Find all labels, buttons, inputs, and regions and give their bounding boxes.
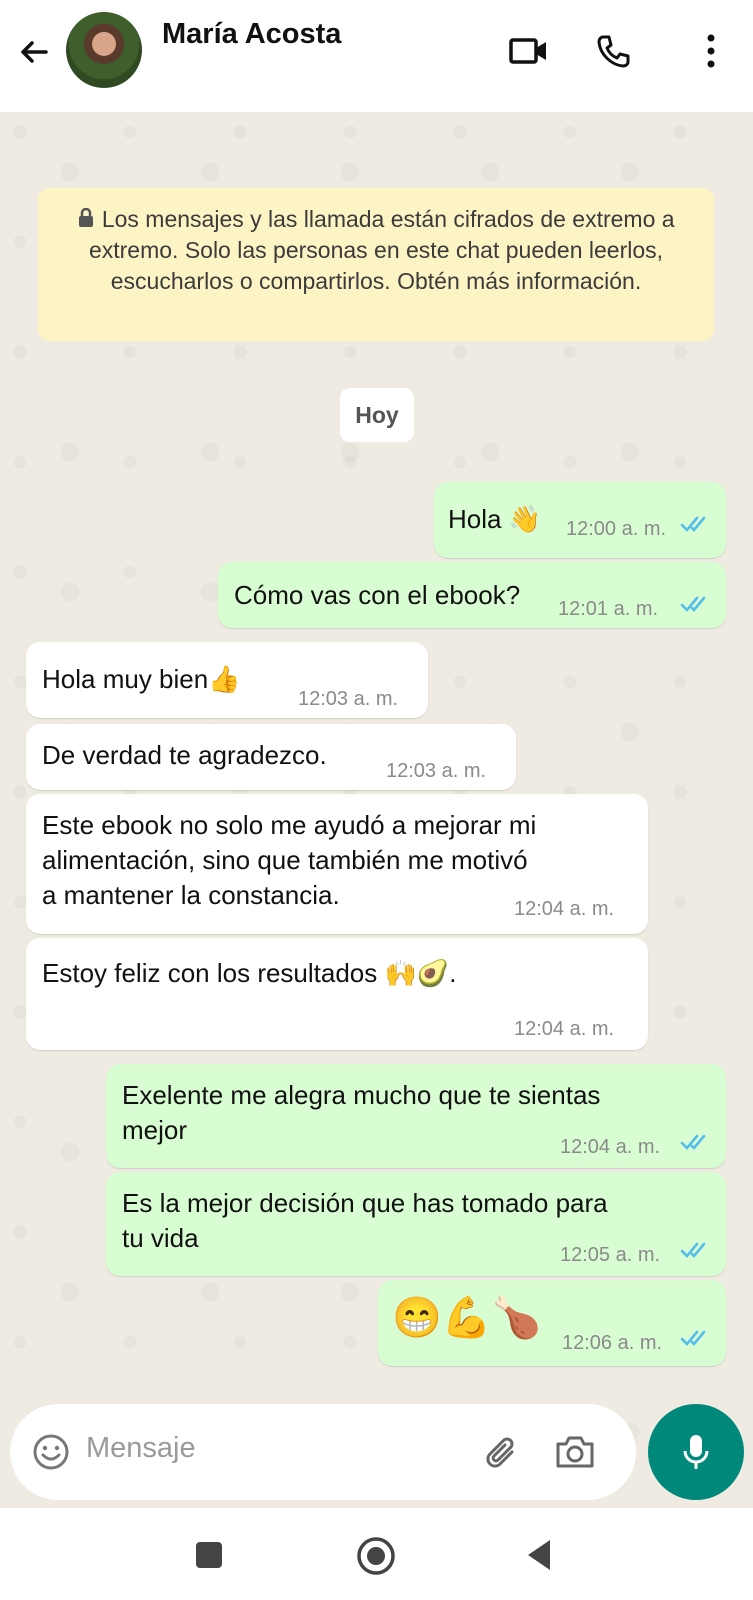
attach-icon[interactable] [482, 1432, 522, 1472]
message-time: 12:04 a. m. [560, 1136, 661, 1158]
message-bubble-incoming[interactable]: De verdad te agradezco. 12:03 a. m. [26, 724, 516, 790]
back-arrow-icon[interactable] [14, 32, 54, 72]
mic-icon [683, 1435, 709, 1469]
message-bubble-incoming[interactable]: Este ebook no solo me ayudó a mejorar mi… [26, 794, 648, 934]
message-time: 12:06 a. m. [562, 1332, 663, 1354]
contact-avatar[interactable] [66, 12, 142, 88]
encryption-notice-text: Los mensajes y las llamada están cifrado… [88, 206, 675, 294]
video-call-icon[interactable] [506, 28, 552, 74]
message-bubble-outgoing[interactable]: Exelente me alegra mucho que te sientas … [106, 1064, 726, 1168]
double-check-icon [680, 596, 706, 612]
message-time: 12:00 a. m. [566, 518, 667, 540]
message-text: Hola 👋 [448, 504, 542, 534]
nav-home-icon[interactable] [356, 1536, 396, 1576]
nav-back-icon[interactable] [524, 1538, 554, 1572]
message-text: Hola muy bien👍 [42, 664, 241, 694]
message-time: 12:01 a. m. [558, 598, 659, 620]
message-time: 12:04 a. m. [514, 1018, 615, 1040]
message-time: 12:03 a. m. [298, 688, 399, 710]
message-text: De verdad te agradezco. [42, 740, 327, 770]
message-text-line: Es la mejor decisión que has tomado para [122, 1188, 608, 1218]
message-text-line: mejor [122, 1115, 188, 1145]
message-text: Cómo vas con el ebook? [234, 580, 521, 610]
message-text-line: Este ebook no solo me ayudó a mejorar mi [42, 810, 537, 840]
phone-icon[interactable] [590, 28, 636, 74]
contact-name[interactable]: María Acosta [162, 18, 341, 51]
message-text: Estoy feliz con los resultados 🙌🥑. [42, 958, 457, 988]
message-bubble-outgoing[interactable]: Es la mejor decisión que has tomado para… [106, 1172, 726, 1276]
double-check-icon [680, 1330, 706, 1346]
message-time: 12:03 a. m. [386, 760, 487, 782]
message-time: 12:04 a. m. [514, 898, 615, 920]
message-bubble-outgoing[interactable]: 😁💪🍗 12:06 a. m. [378, 1280, 726, 1366]
nav-recents-icon[interactable] [194, 1540, 224, 1570]
double-check-icon [680, 1134, 706, 1150]
message-text-line: tu vida [122, 1223, 199, 1253]
double-check-icon [680, 516, 706, 532]
chat-header: María Acosta [0, 0, 753, 112]
message-text-line: alimentación, sino que también me motivó [42, 845, 528, 875]
message-bubble-incoming[interactable]: Hola muy bien👍 12:03 a. m. [26, 642, 428, 718]
emoji-icon[interactable] [32, 1433, 70, 1471]
message-text: 😁💪🍗 [392, 1296, 542, 1340]
more-options-icon[interactable] [688, 28, 734, 74]
chat-area[interactable]: Los mensajes y las llamada están cifrado… [0, 112, 753, 1508]
message-text-line: a mantener la constancia. [42, 880, 340, 910]
system-nav-bar [0, 1508, 753, 1600]
mic-button[interactable] [648, 1404, 744, 1500]
double-check-icon [680, 1242, 706, 1258]
camera-icon[interactable] [554, 1434, 596, 1470]
date-separator: Hoy [340, 388, 414, 442]
message-text-line: Exelente me alegra mucho que te sientas [122, 1080, 601, 1110]
lock-icon [79, 207, 94, 227]
encryption-notice[interactable]: Los mensajes y las llamada están cifrado… [38, 188, 714, 341]
message-bubble-incoming[interactable]: Estoy feliz con los resultados 🙌🥑. 12:04… [26, 938, 648, 1050]
message-input[interactable]: Mensaje [86, 1432, 196, 1465]
message-bubble-outgoing[interactable]: Cómo vas con el ebook? 12:01 a. m. [218, 562, 726, 628]
message-composer[interactable]: Mensaje [10, 1404, 636, 1500]
message-bubble-outgoing[interactable]: Hola 👋 12:00 a. m. [434, 482, 726, 558]
message-time: 12:05 a. m. [560, 1244, 661, 1266]
